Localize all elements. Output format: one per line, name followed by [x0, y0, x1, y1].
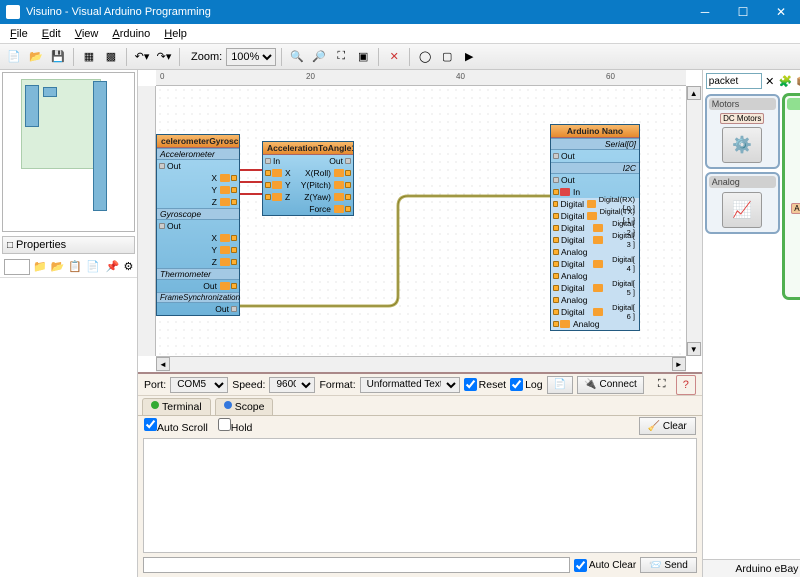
format-label: Format:: [319, 379, 355, 391]
zoom-in-button[interactable]: 🔍: [287, 47, 307, 67]
component-acceleration-to-angle[interactable]: AccelerationToAngle1 InOut XX(Roll) YY(P…: [262, 141, 354, 216]
hold-checkbox[interactable]: Hold: [218, 418, 253, 434]
menu-file[interactable]: File: [4, 26, 34, 42]
design-canvas-wrap: 0 20 40 60 celerometerGyroscope1 Acceler…: [138, 70, 702, 372]
ruler-horizontal: 0 20 40 60: [156, 70, 686, 86]
prop-btn-2[interactable]: 📂: [50, 257, 66, 277]
serial-help-button[interactable]: ?: [676, 375, 696, 395]
component-accelerometer-gyroscope[interactable]: celerometerGyroscope1 Accelerometer Out …: [156, 134, 240, 316]
zoom-fit-button[interactable]: ⛶: [331, 47, 351, 67]
menu-edit[interactable]: Edit: [36, 26, 67, 42]
menu-help[interactable]: Help: [158, 26, 193, 42]
canvas-scrollbar-v[interactable]: ▲▼: [686, 86, 702, 356]
titlebar: Visuino - Visual Arduino Programming ─ ☐…: [0, 0, 800, 24]
send-button[interactable]: 📨 Send: [640, 557, 697, 573]
serial-input-field[interactable]: [143, 557, 570, 573]
search-clear-icon[interactable]: ✕: [764, 73, 776, 89]
port-label: Port:: [144, 379, 166, 391]
component-palette: Motors DC Motors ⚙️ Analog 📈 📦 Packet 📦 …: [703, 92, 800, 559]
main-toolbar: 📄 📂 💾 ▦ ▩ ↶▾ ↷▾ Zoom: 100% 🔍 🔎 ⛶ ▣ ✕ ◯ ▢…: [0, 44, 800, 70]
ruler-vertical: [138, 86, 156, 356]
right-panel: ✕ 🧩 📦 🛠 ▾ ✕ Motors DC Motors ⚙️ Analog 📈: [702, 70, 800, 577]
component-title: celerometerGyroscope1: [157, 135, 239, 148]
properties-header[interactable]: Properties: [2, 236, 135, 254]
connect-button[interactable]: 🔌 Connect: [577, 376, 644, 394]
square-button[interactable]: ▢: [437, 47, 457, 67]
tab-scope[interactable]: Scope: [215, 398, 274, 415]
redo-button[interactable]: ↷▾: [154, 47, 174, 67]
serial-panel: Port: COM5 (U Speed: 9600 Format: Unform…: [138, 372, 702, 577]
snap-button[interactable]: ▦: [79, 47, 99, 67]
left-panel: Properties 📁 📂 📋 📄 📌 ⚙: [0, 70, 138, 577]
autoclear-checkbox[interactable]: Auto Clear: [574, 557, 636, 573]
design-canvas[interactable]: celerometerGyroscope1 Accelerometer Out …: [156, 86, 686, 356]
prop-pin-button[interactable]: 📌: [105, 257, 121, 277]
properties-toolbar: 📁 📂 📋 📄 📌 ⚙: [0, 256, 137, 278]
maximize-button[interactable]: ☐: [724, 0, 762, 24]
center-panel: 0 20 40 60 celerometerGyroscope1 Acceler…: [138, 70, 702, 577]
new-button[interactable]: 📄: [4, 47, 24, 67]
palette-group-motors[interactable]: Motors DC Motors ⚙️: [705, 94, 780, 169]
circle-button[interactable]: ◯: [415, 47, 435, 67]
zoom-out-button[interactable]: 🔎: [309, 47, 329, 67]
serial-input-row: Auto Clear 📨 Send: [138, 555, 702, 577]
port-select[interactable]: COM5 (U: [170, 377, 228, 393]
palette-icon-analog[interactable]: 📈: [722, 192, 762, 228]
autoscroll-checkbox[interactable]: Auto Scroll: [144, 418, 208, 434]
serial-options: Auto Scroll Hold 🧹 Clear: [138, 416, 702, 436]
speed-label: Speed:: [232, 379, 265, 391]
wire-xyz: [240, 166, 264, 206]
palette-btn-2[interactable]: 📦: [795, 73, 800, 89]
properties-panel: Properties 📁 📂 📋 📄 📌 ⚙: [0, 234, 137, 577]
overview-panel[interactable]: [2, 72, 135, 232]
app-icon: [6, 5, 20, 19]
palette-icon-motors[interactable]: ⚙️: [722, 127, 762, 163]
tab-terminal[interactable]: Terminal: [142, 398, 211, 415]
speed-select[interactable]: 9600: [269, 377, 315, 393]
zoom-select[interactable]: 100%: [226, 48, 276, 66]
prop-gear-button[interactable]: ⚙: [123, 257, 135, 277]
palette-search-input[interactable]: [706, 73, 762, 89]
serial-expand-button[interactable]: ⛶: [652, 375, 672, 395]
close-button[interactable]: ✕: [762, 0, 800, 24]
properties-filter[interactable]: [4, 259, 30, 275]
prop-btn-3[interactable]: 📋: [67, 257, 83, 277]
terminal-output[interactable]: [143, 438, 697, 553]
minimize-button[interactable]: ─: [686, 0, 724, 24]
upload-button[interactable]: ▶: [459, 47, 479, 67]
clear-button[interactable]: 🧹 Clear: [639, 417, 696, 435]
menubar: File Edit View Arduino Help: [0, 24, 800, 44]
menu-view[interactable]: View: [69, 26, 105, 42]
zoom-label: Zoom:: [191, 51, 222, 63]
log-checkbox[interactable]: Log: [510, 378, 543, 391]
palette-label-packet: Packet: [787, 152, 800, 162]
window-title: Visuino - Visual Arduino Programming: [26, 6, 211, 18]
zoom-100-button[interactable]: ▣: [353, 47, 373, 67]
palette-group-selected[interactable]: 📦 Packet 📦 ArduinoPacket 📦 📦: [783, 94, 800, 299]
serial-toolbar: Port: COM5 (U Speed: 9600 Format: Unform…: [138, 374, 702, 396]
palette-search-row: ✕ 🧩 📦 🛠 ▾ ✕: [703, 70, 800, 92]
status-bar: Arduino eBay Ads:: [703, 559, 800, 577]
menu-arduino[interactable]: Arduino: [106, 26, 156, 42]
serial-tabs: Terminal Scope: [138, 396, 702, 416]
palette-label-arduino-packet: ArduinoPacket: [791, 203, 800, 214]
palette-group-analog[interactable]: Analog 📈: [705, 172, 780, 234]
palette-item-dc-motors[interactable]: DC Motors: [720, 113, 764, 124]
component-title: Arduino Nano: [551, 125, 639, 138]
component-title: AccelerationToAngle1: [263, 142, 353, 155]
footer-ads-label: Arduino eBay Ads:: [735, 563, 800, 575]
open-button[interactable]: 📂: [26, 47, 46, 67]
prop-btn-4[interactable]: 📄: [85, 257, 101, 277]
palette-btn-1[interactable]: 🧩: [778, 73, 794, 89]
log-settings-button[interactable]: 📄: [547, 376, 573, 394]
format-select[interactable]: Unformatted Text: [360, 377, 460, 393]
canvas-scrollbar-h[interactable]: ◄►: [156, 356, 686, 372]
component-arduino-nano[interactable]: Arduino Nano Serial[0] Out I2C Out In Di…: [550, 124, 640, 331]
save-button[interactable]: 💾: [48, 47, 68, 67]
grid-button[interactable]: ▩: [101, 47, 121, 67]
reset-checkbox[interactable]: Reset: [464, 378, 506, 391]
delete-button[interactable]: ✕: [384, 47, 404, 67]
prop-btn-1[interactable]: 📁: [32, 257, 48, 277]
undo-button[interactable]: ↶▾: [132, 47, 152, 67]
